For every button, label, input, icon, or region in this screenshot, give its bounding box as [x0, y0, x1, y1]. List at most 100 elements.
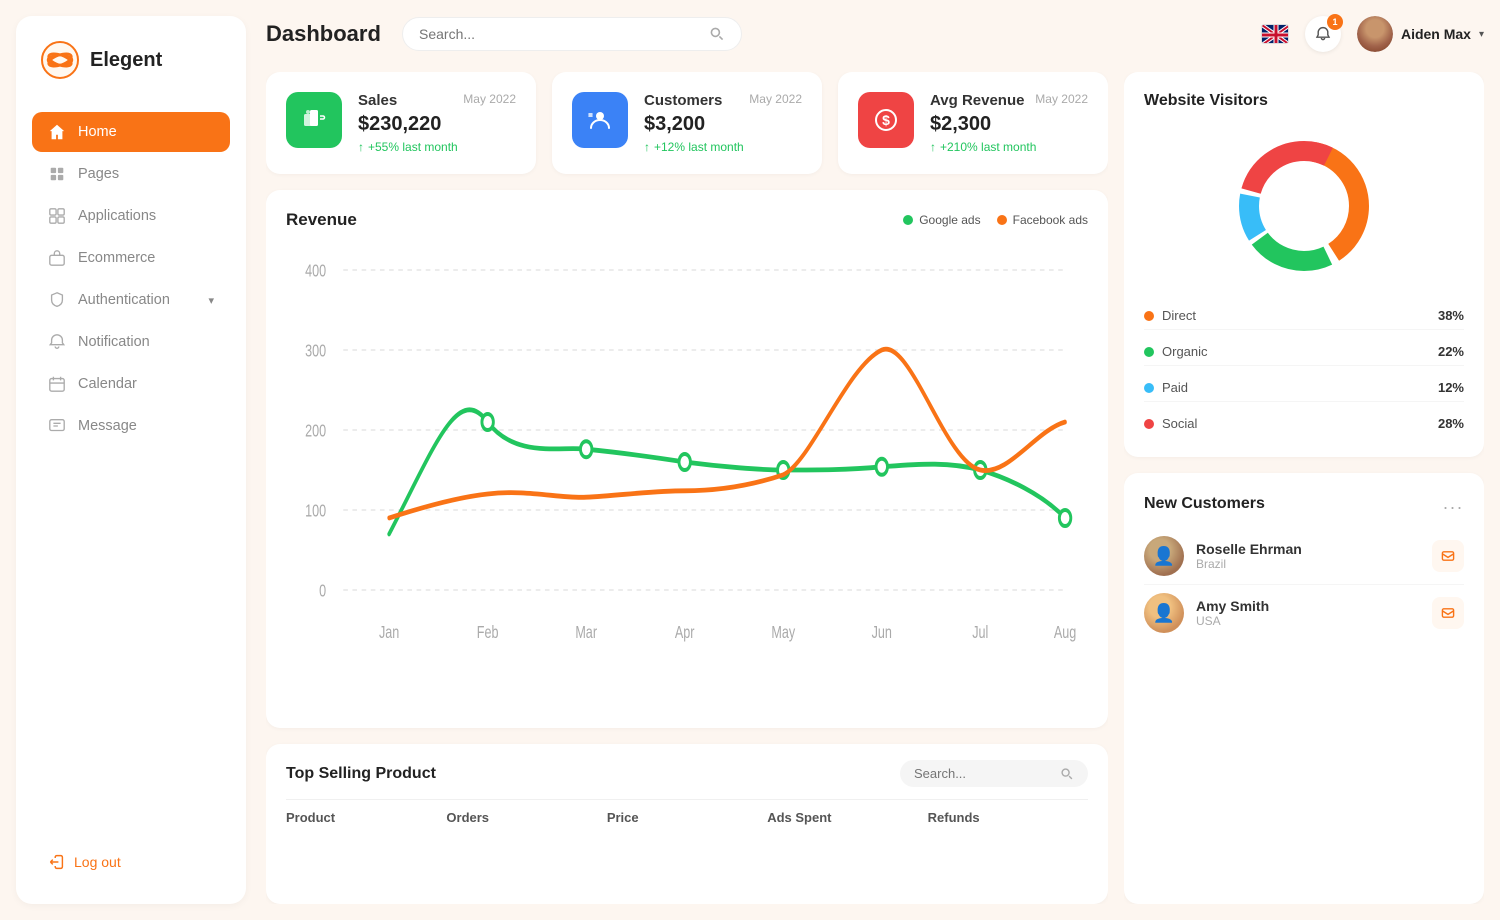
sidebar-item-label-ecommerce: Ecommerce — [78, 250, 214, 266]
stat-date-sales: May 2022 — [463, 92, 516, 106]
calendar-icon — [48, 375, 66, 393]
svg-text:Feb: Feb — [477, 623, 499, 643]
sidebar-item-label-pages: Pages — [78, 166, 214, 182]
sidebar-item-label-message: Message — [78, 418, 214, 434]
sales-icon — [300, 106, 328, 134]
stat-card-sales: Sales May 2022 $230,220 ↑ +55% last mont… — [266, 72, 536, 174]
avatar — [1357, 16, 1393, 52]
table-columns: Product Orders Price Ads Spent Refunds — [286, 799, 1088, 825]
notification-badge: 1 — [1327, 14, 1343, 30]
logout-button[interactable]: Log out — [32, 844, 230, 880]
svg-text:400: 400 — [305, 261, 326, 281]
sidebar-item-pages[interactable]: Pages — [32, 154, 230, 194]
donut-chart — [1224, 126, 1384, 286]
language-selector[interactable] — [1261, 24, 1289, 44]
user-menu[interactable]: Aiden Max ▾ — [1357, 16, 1484, 52]
header-right: 1 Aiden Max ▾ — [1261, 16, 1484, 52]
user-name: Aiden Max — [1401, 26, 1471, 42]
pct-paid: 12% — [1438, 380, 1464, 395]
customer-action-0[interactable] — [1432, 540, 1464, 572]
sidebar-item-authentication[interactable]: Authentication ▾ — [32, 280, 230, 320]
sidebar-item-ecommerce[interactable]: Ecommerce — [32, 238, 230, 278]
stat-date-customers: May 2022 — [749, 92, 802, 106]
sidebar-item-calendar[interactable]: Calendar — [32, 364, 230, 404]
visitors-card: Website Visitors — [1124, 72, 1484, 457]
stat-date-revenue: May 2022 — [1035, 92, 1088, 106]
label-social: Social — [1162, 416, 1197, 431]
stat-info-customers: Customers May 2022 $3,200 ↑ +12% last mo… — [644, 92, 802, 154]
search-icon — [709, 26, 725, 42]
revenue-chart-svg: 400 300 200 100 0 Jan Feb Mar Apr May Ju… — [286, 238, 1088, 718]
logout-label: Log out — [74, 854, 121, 870]
logout-icon — [48, 854, 64, 870]
bell-icon — [1315, 26, 1331, 42]
dot-social — [1144, 419, 1154, 429]
stat-change-customers: ↑ +12% last month — [644, 140, 802, 154]
legend-label-facebook: Facebook ads — [1013, 213, 1088, 227]
customers-card-header: New Customers ... — [1144, 493, 1464, 514]
svg-text:Jan: Jan — [379, 623, 399, 643]
legend-google-ads: Google ads — [903, 213, 980, 227]
stat-title-sales: Sales — [358, 92, 397, 109]
stat-info-revenue: Avg Revenue May 2022 $2,300 ↑ +210% last… — [930, 92, 1088, 154]
donut-chart-container — [1144, 126, 1464, 286]
chart-title: Revenue — [286, 210, 357, 230]
sidebar-item-message[interactable]: Message — [32, 406, 230, 446]
customer-info-0: Roselle Ehrman Brazil — [1196, 541, 1420, 571]
stat-change-sales: ↑ +55% last month — [358, 140, 516, 154]
table-card-header: Top Selling Product — [286, 760, 1088, 787]
search-input[interactable] — [419, 26, 701, 42]
table-search[interactable] — [900, 760, 1088, 787]
revenue-chart-card: Revenue Google ads Facebook ads — [266, 190, 1108, 728]
stats-row: Sales May 2022 $230,220 ↑ +55% last mont… — [266, 72, 1108, 174]
legend-label-google: Google ads — [919, 213, 980, 227]
svg-text:Apr: Apr — [675, 623, 695, 643]
sidebar-item-applications[interactable]: Applications — [32, 196, 230, 236]
svg-text:200: 200 — [305, 421, 326, 441]
sidebar-item-label-calendar: Calendar — [78, 376, 214, 392]
legend-item-direct: Direct 38% — [1144, 302, 1464, 330]
dot-direct — [1144, 311, 1154, 321]
legend-item-organic: Organic 22% — [1144, 338, 1464, 366]
sidebar-item-home[interactable]: Home — [32, 112, 230, 152]
more-button[interactable]: ... — [1443, 493, 1464, 514]
message-icon — [48, 417, 66, 435]
sidebar-item-notification[interactable]: Notification — [32, 322, 230, 362]
col-orders: Orders — [446, 810, 606, 825]
customer-item-1: 👤 Amy Smith USA — [1144, 585, 1464, 641]
customer-name-0: Roselle Ehrman — [1196, 541, 1420, 557]
customer-country-0: Brazil — [1196, 557, 1420, 571]
svg-text:0: 0 — [319, 581, 326, 601]
logo-icon — [40, 40, 80, 80]
legend-item-social: Social 28% — [1144, 410, 1464, 437]
customer-action-1[interactable] — [1432, 597, 1464, 629]
customer-avatar-1: 👤 — [1144, 593, 1184, 633]
chart-area: 400 300 200 100 0 Jan Feb Mar Apr May Ju… — [286, 238, 1088, 718]
logo-area: Elegent — [32, 40, 230, 80]
page-title: Dashboard — [266, 21, 386, 47]
customers-icon — [586, 106, 614, 134]
table-search-input[interactable] — [914, 766, 1054, 781]
legend-item-paid: Paid 12% — [1144, 374, 1464, 402]
svg-text:Aug: Aug — [1054, 623, 1076, 643]
notification-button[interactable]: 1 — [1305, 16, 1341, 52]
new-customers-card: New Customers ... 👤 Roselle Ehrman Brazi… — [1124, 473, 1484, 904]
stat-card-revenue: $ Avg Revenue May 2022 $2,300 ↑ +210% la… — [838, 72, 1108, 174]
legend-facebook-ads: Facebook ads — [997, 213, 1088, 227]
search-bar[interactable] — [402, 17, 742, 51]
flag-uk-icon — [1262, 25, 1289, 44]
sidebar: Elegent Home Pages Applications Ecommerc… — [16, 16, 246, 904]
logo-text: Elegent — [90, 49, 162, 72]
visitors-legend: Direct 38% Organic 22% — [1144, 302, 1464, 437]
message-icon-customer-1 — [1441, 606, 1455, 620]
revenue-icon-bg: $ — [858, 92, 914, 148]
svg-text:Mar: Mar — [575, 623, 597, 643]
customer-item-0: 👤 Roselle Ehrman Brazil — [1144, 528, 1464, 585]
customers-title: New Customers — [1144, 495, 1265, 513]
shield-icon — [48, 291, 66, 309]
customer-info-1: Amy Smith USA — [1196, 598, 1420, 628]
dot-paid — [1144, 383, 1154, 393]
svg-text:Jul: Jul — [972, 623, 988, 643]
avatar-image — [1357, 16, 1393, 52]
sidebar-item-label-notification: Notification — [78, 334, 214, 350]
